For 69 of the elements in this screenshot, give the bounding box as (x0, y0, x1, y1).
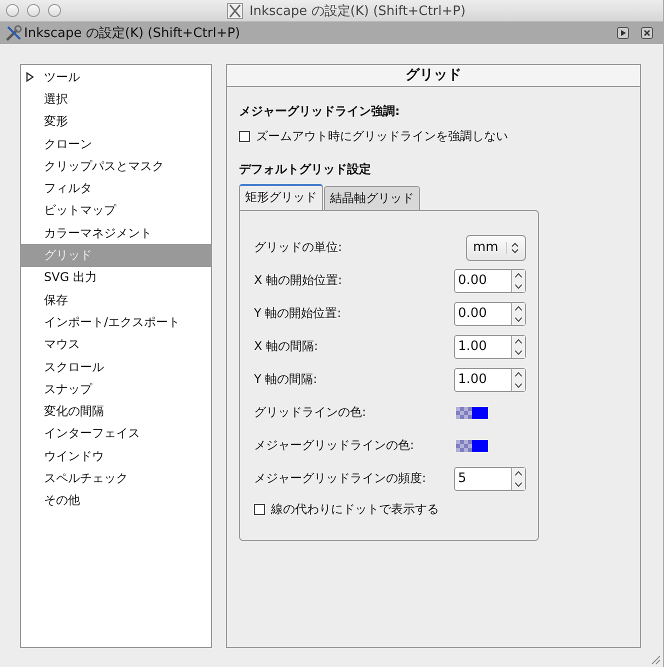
sidebar-item-label: インポート/エクスポート (44, 314, 180, 331)
sidebar-item[interactable]: クリップパスとマスク (21, 155, 211, 178)
field-label: グリッドの単位: (254, 239, 342, 256)
sidebar-item-label: カラーマネジメント (44, 224, 152, 242)
window-title: Inkscape の設定(K) (Shift+Ctrl+P) (249, 3, 466, 20)
sidebar-item-label: フィルタ (44, 180, 92, 198)
checkbox[interactable]: ズームアウト時にグリッドラインを強調しない (239, 128, 508, 145)
sidebar-item[interactable]: 変化の間隔 (21, 400, 211, 423)
sidebar-item[interactable]: SVG 出力 (21, 266, 211, 289)
sidebar-item-label: スクロール (44, 358, 104, 376)
sidebar-item[interactable]: ツール (21, 66, 211, 88)
sidebar-item[interactable]: その他 (21, 490, 211, 512)
unit-dropdown[interactable]: mm (466, 234, 526, 260)
sidebar-item-label: SVG 出力 (44, 269, 97, 286)
sidebar-item[interactable]: 選択 (21, 88, 211, 111)
sidebar-item[interactable]: 変形 (21, 110, 211, 133)
field-label: メジャーグリッドラインの色: (254, 437, 414, 454)
close-button[interactable] (6, 4, 19, 17)
sidebar-item[interactable]: インターフェイス (21, 422, 211, 446)
expander-icon[interactable] (26, 72, 34, 82)
up-down-icon (506, 242, 519, 254)
sidebar-item-label: スペルチェック (44, 470, 128, 487)
sidebar-item[interactable]: マウス (21, 334, 211, 356)
tab[interactable]: 結晶軸グリッド (324, 186, 420, 210)
sidebar-item[interactable]: インポート/エクスポート (21, 311, 211, 334)
sidebar-item[interactable]: 保存 (21, 288, 211, 312)
field-label: メジャーグリッドラインの頻度: (254, 470, 426, 487)
sidebar-item-label: ウインドウ (44, 448, 104, 465)
sidebar-item-label: 変化の間隔 (44, 403, 104, 420)
sidebar-item-label: 保存 (44, 292, 68, 309)
sidebar-item-label: その他 (44, 492, 80, 510)
sidebar-item[interactable]: スペルチェック (21, 467, 211, 490)
sidebar-item-label: グリッド (44, 247, 92, 264)
minimize-button[interactable] (27, 4, 40, 17)
field-label: グリッドラインの色: (254, 404, 366, 421)
color-swatch[interactable] (456, 406, 488, 418)
zoom-button[interactable] (48, 4, 61, 17)
sidebar-item-label: スナップ (44, 380, 92, 398)
close-icon[interactable] (641, 27, 653, 39)
tab[interactable]: 矩形グリッド (239, 184, 323, 210)
sidebar-item[interactable]: フィルタ (21, 177, 211, 200)
section-heading: デフォルトグリッド設定 (239, 161, 372, 178)
field-label: X 軸の間隔: (254, 338, 318, 355)
play-button[interactable] (617, 27, 629, 39)
checkbox[interactable]: 線の代わりにドットで表示する (254, 501, 439, 518)
sidebar-item[interactable]: ウインドウ (21, 445, 211, 468)
sidebar-item-label: ツール (44, 68, 80, 86)
field-label: X 軸の開始位置: (254, 272, 342, 289)
sidebar-item[interactable]: クローン (21, 132, 211, 156)
dialog-title: Inkscape の設定(K) (Shift+Ctrl+P) (24, 25, 240, 42)
sidebar-item-label: インターフェイス (44, 425, 140, 442)
sidebar-item-label: クローン (44, 136, 92, 153)
x11-icon (227, 3, 244, 19)
sidebar-item-label: マウス (44, 336, 80, 354)
sidebar-item-label: ビットマップ (44, 202, 116, 220)
panel-title: グリッド (227, 65, 640, 87)
sidebar-item-label: 変形 (44, 113, 68, 130)
sidebar-item-label: 選択 (44, 90, 68, 108)
sidebar-item-label: クリップパスとマスク (44, 158, 164, 175)
field-label: Y 軸の間隔: (254, 371, 318, 388)
resize-grip-icon[interactable] (649, 653, 661, 665)
color-swatch[interactable] (456, 440, 488, 452)
field-label: Y 軸の開始位置: (254, 305, 342, 322)
tools-icon (5, 24, 22, 42)
sidebar-item[interactable]: カラーマネジメント (21, 222, 211, 244)
sidebar-item[interactable]: ビットマップ (21, 200, 211, 222)
section-heading: メジャーグリッドライン強調: (239, 103, 401, 120)
sidebar-item[interactable]: スナップ (21, 378, 211, 400)
sidebar-item[interactable]: スクロール (21, 356, 211, 378)
